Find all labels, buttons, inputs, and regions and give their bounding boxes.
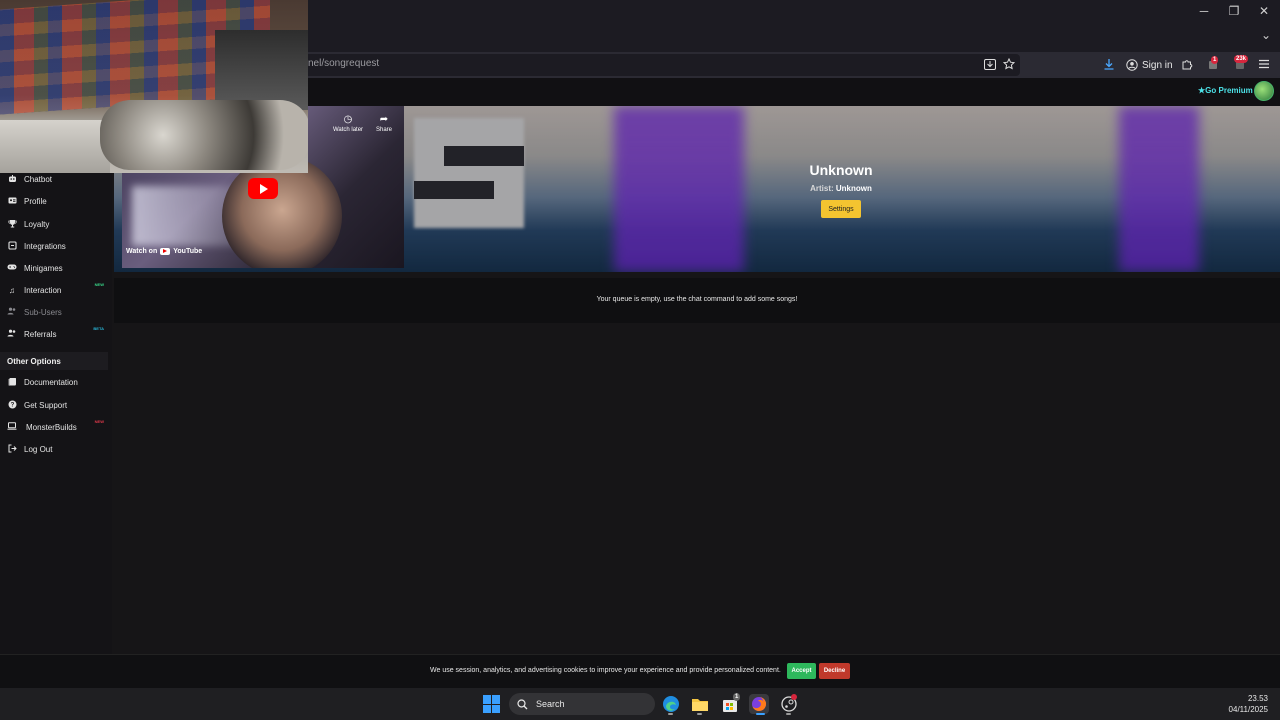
decline-cookies-button[interactable]: Decline — [819, 663, 850, 679]
minimize-button[interactable]: ─ — [1188, 0, 1220, 22]
sidebar-item-label: MonsterBuilds — [26, 422, 77, 432]
reader-view-icon[interactable] — [982, 57, 998, 71]
sign-in-label: Sign in — [1142, 59, 1173, 71]
accept-cookies-button[interactable]: Accept — [787, 663, 816, 679]
artist-value: Unknown — [835, 184, 872, 193]
sidebar-item-profile[interactable]: Profile — [0, 192, 112, 210]
address-bar[interactable]: nel/songrequest — [300, 54, 1020, 76]
watch-later-label: Watch later — [332, 127, 364, 133]
sidebar-item-label: Integrations — [24, 241, 66, 251]
sidebar-item-referrals[interactable]: Referrals BETA — [0, 325, 112, 343]
beta-tag: BETA — [93, 326, 104, 331]
sidebar-item-label: Documentation — [24, 377, 78, 387]
sidebar-item-monsterbuilds[interactable]: MonsterBuilds NEW — [0, 418, 112, 436]
extensions-icon[interactable] — [1179, 57, 1195, 71]
webcam-overlay — [0, 0, 308, 173]
sidebar-item-sub-users[interactable]: Sub-Users — [0, 303, 112, 321]
app-menu-icon[interactable] — [1256, 57, 1272, 71]
robot-icon — [0, 174, 24, 185]
url-text[interactable]: nel/songrequest — [308, 58, 379, 69]
taskbar-clock-date[interactable]: 04/11/2025 — [1222, 705, 1268, 714]
edge-browser-icon[interactable] — [661, 694, 681, 714]
integrations-icon — [0, 240, 24, 252]
share-icon: ➦ — [379, 114, 389, 125]
book-icon — [0, 377, 24, 388]
queue-empty-message: Your queue is empty, use the chat comman… — [596, 296, 798, 303]
artist-label: Artist: — [810, 184, 834, 193]
sidebar-item-label: Minigames — [24, 263, 63, 273]
settings-button[interactable]: Settings — [821, 200, 861, 218]
trophy-icon — [0, 219, 24, 230]
sidebar-item-interaction[interactable]: ♫ Interaction NEW — [0, 281, 112, 299]
clock-icon: ◷ — [343, 114, 353, 125]
sidebar-item-label: Interaction — [24, 285, 62, 295]
cookie-message: We use session, analytics, and advertisi… — [430, 667, 781, 674]
sidebar-item-log-out[interactable]: Log Out — [0, 440, 112, 458]
laptop-icon — [0, 422, 24, 432]
watch-on-label: Watch on — [126, 248, 158, 255]
referrals-icon — [0, 329, 24, 339]
profile-icon — [0, 196, 24, 207]
downloads-icon[interactable] — [1101, 57, 1117, 71]
sidebar-item-label: Get Support — [24, 400, 68, 410]
taskbar-clock-time[interactable]: 23.53 — [1230, 694, 1268, 703]
sidebar-item-minigames[interactable]: Minigames — [0, 259, 112, 277]
youtube-label: YouTube — [173, 248, 203, 255]
go-premium-label: Go Premium — [1205, 86, 1253, 95]
logout-icon — [0, 444, 24, 455]
taskbar-search-label: Search — [536, 699, 565, 709]
restore-button[interactable]: ❐ — [1218, 0, 1250, 22]
sidebar-item-label: Loyalty — [24, 219, 50, 229]
song-queue: Your queue is empty, use the chat comman… — [114, 278, 1280, 323]
user-avatar[interactable] — [1254, 81, 1274, 101]
sidebar-item-label: Sub-Users — [24, 307, 62, 317]
new-tag: NEW — [94, 419, 104, 424]
new-tag: NEW — [94, 282, 104, 287]
extension-two-badge: 23k — [1234, 55, 1249, 63]
sidebar-item-label: Chatbot — [24, 174, 53, 184]
list-all-tabs-button[interactable]: ⌄ — [1250, 24, 1280, 46]
youtube-play-button[interactable] — [248, 178, 278, 199]
sidebar-item-loyalty[interactable]: Loyalty — [0, 215, 112, 233]
users-icon — [0, 307, 24, 317]
song-title: Unknown — [809, 162, 873, 178]
taskbar-search[interactable]: Search — [509, 693, 655, 715]
music-note-icon: ♫ — [9, 285, 15, 295]
windows-start-icon[interactable] — [483, 695, 501, 713]
sidebar-item-label: Profile — [24, 196, 47, 206]
go-premium-link[interactable]: ★Go Premium — [1198, 86, 1253, 95]
other-options-heading: Other Options — [0, 352, 108, 370]
sign-in-button[interactable]: Sign in — [1126, 55, 1173, 75]
artist-row: Artist: Unknown — [741, 184, 941, 193]
sidebar-item-integrations[interactable]: Integrations — [0, 237, 112, 255]
sidebar-item-label: Log Out — [24, 444, 53, 454]
bookmark-star-icon[interactable] — [1001, 57, 1017, 71]
steam-notification-dot — [791, 694, 797, 700]
sidebar-item-documentation[interactable]: Documentation — [0, 373, 112, 391]
watch-on-youtube-link[interactable]: Watch on YouTube — [126, 248, 202, 255]
svg-text:?: ? — [10, 402, 14, 408]
share-label: Share — [375, 127, 392, 133]
sidebar-item-label: Referrals — [24, 329, 57, 339]
watch-later-button[interactable]: ◷ Watch later — [329, 114, 367, 133]
file-explorer-icon[interactable] — [690, 694, 710, 714]
share-button[interactable]: ➦ Share — [370, 114, 398, 133]
gamepad-icon — [0, 263, 24, 273]
account-icon — [1126, 59, 1138, 71]
search-icon — [517, 698, 528, 709]
sidebar-item-get-support[interactable]: ? Get Support — [0, 396, 112, 414]
help-icon: ? — [0, 400, 24, 411]
close-window-button[interactable]: ✕ — [1248, 0, 1280, 22]
youtube-logo-icon — [160, 248, 171, 255]
firefox-icon[interactable] — [749, 694, 769, 714]
